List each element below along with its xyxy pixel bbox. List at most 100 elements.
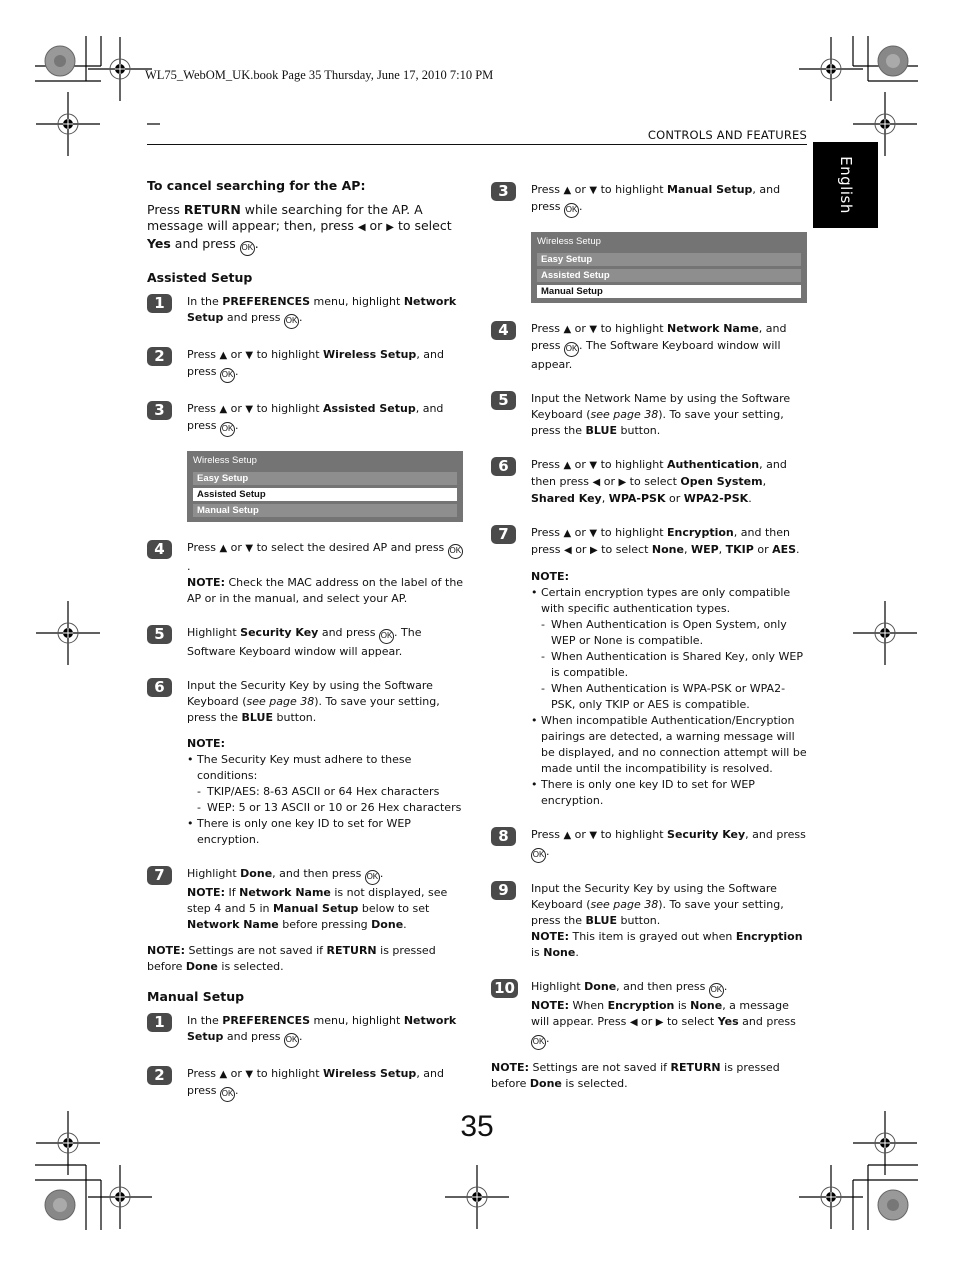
menu-item-manual-setup[interactable]: Manual Setup (537, 285, 801, 298)
menu-title: Wireless Setup (193, 455, 257, 466)
note-subitem: - When Authentication is Open System, onl… (541, 618, 787, 647)
step-number-badge: 7 (147, 866, 172, 885)
assisted-step-6: 6 Input the Security Key by using the So… (147, 678, 465, 848)
step-number-badge: 2 (147, 1066, 172, 1085)
print-info: WL75_WebOM_UK.book Page 35 Thursday, Jun… (145, 68, 494, 82)
manual-step-1: 1 In the PREFERENCES menu, highlight Net… (147, 1013, 465, 1048)
manual-step-7: 7 Press ▲ or ▼ to highlight Encryption, … (491, 525, 809, 809)
note-subitem: - TKIP/AES: 8-63 ASCII or 64 Hex characte… (197, 785, 440, 798)
final-note: NOTE: Settings are not saved if RETURN i… (147, 944, 436, 973)
assisted-step-1: 1 In the PREFERENCES menu, highlight Net… (147, 294, 465, 329)
assisted-step-4: 4 Press ▲ or ▼ to select the desired AP … (147, 540, 465, 607)
registration-mark-icon (853, 601, 917, 665)
ok-button-icon: OK (220, 1087, 235, 1102)
step-number-badge: 6 (147, 678, 172, 697)
cancel-text: Press RETURN while searching for the AP.… (147, 202, 465, 256)
step-note: NOTE: When Encryption is None, a message… (531, 998, 809, 1050)
ok-button-icon: OK (447, 544, 463, 559)
registration-mark-icon (445, 1165, 509, 1229)
down-arrow-icon: ▼ (245, 1069, 254, 1080)
manual-step-6: 6 Press ▲ or ▼ to highlight Authenticati… (491, 457, 809, 507)
registration-mark-icon (88, 37, 152, 101)
header-rule (147, 144, 807, 145)
assisted-step-5: 5 Highlight Security Key and press OK. T… (147, 625, 465, 660)
page-number: 35 (460, 1110, 494, 1143)
step-number-badge: 9 (491, 881, 516, 900)
manual-step-3: 3 Press ▲ or ▼ to highlight Manual Setup… (491, 182, 809, 303)
step-number-badge: 7 (491, 525, 516, 544)
up-arrow-icon: ▲ (219, 543, 228, 554)
up-arrow-icon: ▲ (563, 185, 572, 196)
note-bullet: • When incompatible Authentication/Encryp… (531, 714, 807, 775)
manual-step-5: 5 Input the Network Name by using the So… (491, 391, 809, 439)
ok-button-icon: OK (284, 314, 300, 329)
ok-button-icon: OK (708, 983, 724, 998)
menu-item-easy-setup[interactable]: Easy Setup (193, 472, 457, 485)
registration-mark-icon (36, 92, 100, 156)
registration-mark-icon (36, 601, 100, 665)
down-arrow-icon: ▼ (589, 528, 598, 539)
step-number-badge: 2 (147, 347, 172, 366)
menu-item-easy-setup[interactable]: Easy Setup (537, 253, 801, 266)
left-arrow-icon: ◀ (564, 545, 572, 556)
note-bullet: • The Security Key must adhere to these c… (187, 753, 412, 782)
section-title: CONTROLS AND FEATURES (647, 128, 807, 142)
ok-button-icon: OK (220, 422, 235, 437)
step-number-badge: 1 (147, 1013, 172, 1032)
page-reference: see page 38 (590, 408, 659, 421)
down-arrow-icon: ▼ (589, 830, 598, 841)
step-number-badge: 4 (491, 321, 516, 340)
ok-button-icon: OK (564, 203, 579, 218)
manual-step-10: 10 Highlight Done, and then press OK. NO… (491, 979, 809, 1050)
manual-step-2: 2 Press ▲ or ▼ to highlight Wireless Set… (147, 1066, 465, 1102)
menu-item-manual-setup[interactable]: Manual Setup (193, 504, 457, 517)
assisted-step-7: 7 Highlight Done, and then press OK. NOT… (147, 866, 465, 933)
down-arrow-icon: ▼ (589, 185, 598, 196)
page-reference: see page 38 (590, 898, 659, 911)
wireless-setup-menu: Wireless Setup Easy Setup Assisted Setup… (187, 451, 463, 522)
page-reference: see page 38 (246, 695, 315, 708)
ok-button-icon: OK (364, 870, 380, 885)
step-note: NOTE: Check the MAC address on the label… (187, 576, 464, 605)
up-arrow-icon: ▲ (563, 324, 572, 335)
left-arrow-icon: ◀ (629, 1017, 638, 1028)
manual-step-4: 4 Press ▲ or ▼ to highlight Network Name… (491, 321, 809, 373)
note-list: • Certain encryption types are only compa… (531, 585, 809, 809)
crop-marks (35, 36, 918, 1230)
final-note: NOTE: Settings are not saved if RETURN i… (491, 1061, 780, 1090)
cancel-heading: To cancel searching for the AP: (147, 178, 366, 193)
note-subitem: - When Authentication is WPA-PSK or WPA2-… (541, 682, 786, 711)
step-number-badge: 3 (147, 401, 172, 420)
right-column: 3 Press ▲ or ▼ to highlight Manual Setup… (491, 182, 809, 1092)
assisted-setup-heading: Assisted Setup (147, 270, 253, 285)
note-bullet: • There is only one key ID to set for WEP… (531, 778, 755, 807)
right-arrow-icon: ▶ (386, 222, 394, 233)
right-arrow-icon: ▶ (589, 545, 598, 556)
left-column: To cancel searching for the AP: Press RE… (147, 178, 465, 1120)
note-bullet: • Certain encryption types are only compa… (531, 586, 791, 615)
menu-item-assisted-setup[interactable]: Assisted Setup (193, 488, 457, 501)
step-number-badge: 1 (147, 294, 172, 313)
ok-button-icon: OK (379, 629, 395, 644)
menu-item-assisted-setup[interactable]: Assisted Setup (537, 269, 801, 282)
registration-mark-icon (88, 1165, 152, 1229)
language-tab-label: English (836, 156, 855, 214)
up-arrow-icon: ▲ (219, 404, 228, 415)
step-number-badge: 6 (491, 457, 516, 476)
ok-button-icon: OK (564, 342, 579, 357)
language-tab: English (813, 142, 878, 228)
up-arrow-icon: ▲ (563, 830, 572, 841)
menu-title: Wireless Setup (537, 236, 601, 247)
down-arrow-icon: ▼ (245, 404, 254, 415)
manual-setup-heading: Manual Setup (147, 989, 245, 1004)
up-arrow-icon: ▲ (219, 1069, 228, 1080)
ok-button-icon: OK (239, 241, 255, 256)
up-arrow-icon: ▲ (219, 350, 228, 361)
manual-step-8: 8 Press ▲ or ▼ to highlight Security Key… (491, 827, 809, 863)
down-arrow-icon: ▼ (589, 460, 598, 471)
step-number-badge: 5 (147, 625, 172, 644)
ok-button-icon: OK (531, 848, 546, 863)
wireless-setup-menu: Wireless Setup Easy Setup Assisted Setup… (531, 232, 807, 303)
up-arrow-icon: ▲ (563, 528, 572, 539)
left-arrow-icon: ◀ (357, 222, 366, 233)
